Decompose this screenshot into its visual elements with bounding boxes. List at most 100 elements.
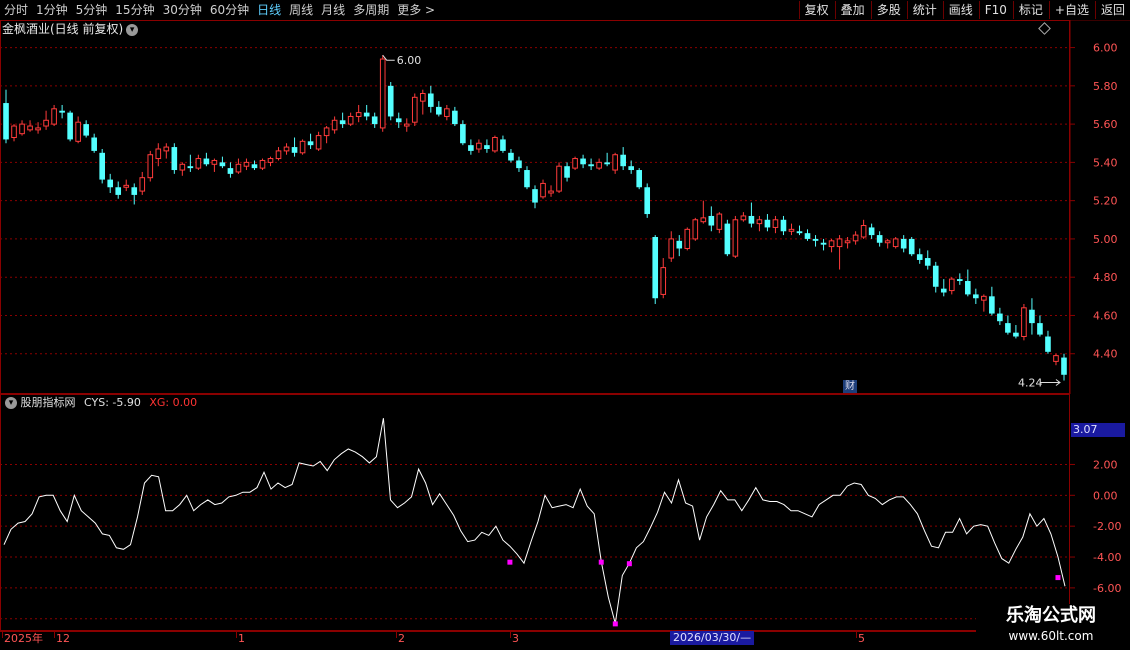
finance-badge[interactable]: 财 [843,380,857,393]
watermark-url: www.60lt.com [1008,629,1094,643]
time-axis: 2025年1212345 [0,631,1070,647]
indicator-y-label: -6.00 [1093,582,1121,595]
watermark: 乐淘公式网 www.60lt.com [976,604,1126,648]
candle-body-down [291,147,298,153]
candle-body-up [836,238,843,248]
period-tab-0[interactable]: 分时 [0,0,32,20]
candle-body-down [484,145,490,149]
candle-body-up [572,158,578,169]
candle-body-up [732,219,739,257]
candle-body-down [131,187,138,195]
candle-body-down [820,242,827,245]
period-tab-7[interactable]: 周线 [285,0,317,20]
period-tab-8[interactable]: 月线 [317,0,349,20]
candle-body-down [588,164,594,167]
candle-body-up [692,219,699,240]
period-tab-2[interactable]: 5分钟 [72,0,112,20]
candle-body-down [580,158,586,165]
toolbar-button-8[interactable]: 返回 [1094,1,1130,19]
time-axis-label: 2 [398,632,405,645]
candle-body-down [1005,323,1011,333]
candle-body-down [924,258,931,266]
candle-body-up [556,165,562,192]
time-axis-tick [396,632,397,638]
candle-body-up [331,119,338,131]
candle-body-up [684,228,691,249]
toolbar-button-0[interactable]: 复权 [798,1,834,19]
candle-body-up [668,238,675,259]
candle-body-up [981,295,987,301]
candle-body-up [1021,307,1027,338]
toolbar-button-4[interactable]: 画线 [942,1,978,19]
candle-body-down [371,116,378,125]
candle-body-up [51,108,57,125]
candle-body-down [1013,332,1019,337]
toolbar-button-2[interactable]: 多股 [870,1,906,19]
candle-body-down [508,152,514,161]
period-tab-1[interactable]: 1分钟 [32,0,72,20]
candle-body-down [468,145,474,151]
y-tick-label: 5.00 [1093,233,1118,246]
indicator-y-label: -2.00 [1093,520,1121,533]
candle-body-up [844,240,851,244]
candle-body-up [379,58,386,129]
y-tick-label: 5.20 [1093,195,1118,208]
period-tab-5[interactable]: 60分钟 [206,0,253,20]
candle-body-up [259,159,266,169]
toolbar-button-7[interactable]: +自选 [1048,1,1094,19]
cys-indicator-chart: 2.000.00-2.00-4.00-6.00-8.00 [0,394,1121,631]
candle-body-up [716,213,723,230]
candle-body-down [764,219,771,228]
period-tab-4[interactable]: 30分钟 [159,0,206,20]
period-tab-6[interactable]: 日线 [253,0,285,20]
toolbar-button-3[interactable]: 统计 [906,1,942,19]
xg-signal-marker [612,621,618,627]
toolbar-button-5[interactable]: F10 [978,1,1012,19]
time-axis-tick [2,632,3,638]
candle-body-down [676,240,683,249]
candle-body-up [147,154,154,179]
period-tab-3[interactable]: 15分钟 [111,0,158,20]
candle-body-up [788,228,795,232]
candle-body-up [19,123,25,135]
time-axis-tick [54,632,55,638]
y-tick-label: 4.40 [1093,348,1118,361]
candle-body-up [852,234,859,242]
y-tick-label: 4.60 [1093,309,1118,322]
candle-body-up [315,135,322,150]
candle-body-up [700,217,707,223]
candle-body-down [99,152,105,180]
watermark-title: 乐淘公式网 [1006,605,1096,626]
toolbar-buttons: 复权 叠加 多股 统计 画线 F10 标记 +自选 返回 [798,0,1130,20]
candle-body-down [708,215,715,226]
candle-body-down [387,85,394,117]
period-tab-9[interactable]: 多周期 [349,0,393,20]
candle-body-down [339,120,346,125]
candle-body-down [989,296,995,314]
candle-body-down [171,147,178,171]
toolbar-button-1[interactable]: 叠加 [834,1,870,19]
candle-body-up [43,119,49,127]
candle-body-down [1037,323,1043,335]
cys-line [3,418,1066,624]
candle-body-down [452,110,458,125]
time-axis-label: 3 [512,632,519,645]
toolbar-button-6[interactable]: 标记 [1012,1,1048,19]
candle-body-down [628,166,634,171]
candle-body-down [1061,357,1067,375]
time-axis-tick [510,632,511,638]
candle-body-down [876,235,883,243]
candle-body-down [115,187,122,195]
period-tab-10[interactable]: 更多 > [393,0,439,20]
period-tabs: 分时 1分钟 5分钟 15分钟 30分钟 60分钟 日线 周线 月线 多周期 更多 > [0,0,439,20]
candle-body-down [973,294,979,299]
candle-body-down [932,265,939,287]
candle-body-down [427,93,434,107]
candle-body-up [195,158,202,169]
candle-body-up [444,108,450,117]
candle-body-down [997,313,1003,322]
candle-body-up [35,127,41,131]
candle-body-down [203,158,210,165]
candle-body-down [67,112,73,140]
candle-body-down [956,279,963,282]
